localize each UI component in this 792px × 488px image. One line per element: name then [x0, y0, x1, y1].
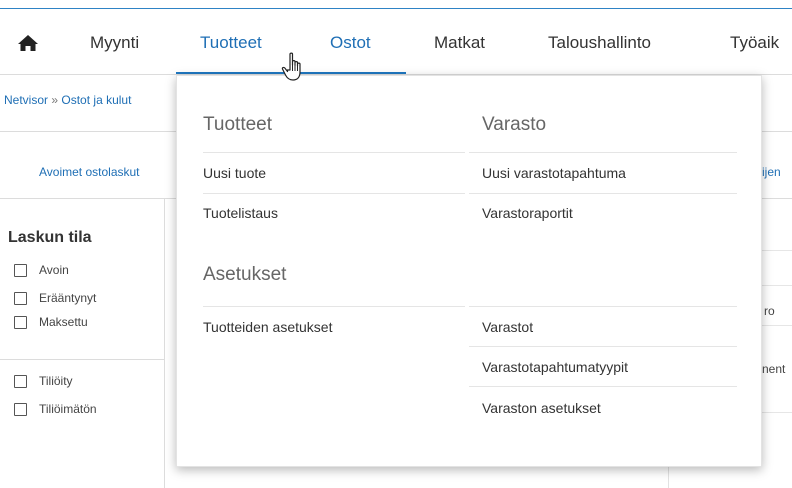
- menu-divider: [203, 193, 465, 194]
- section-heading-tuotteet: Tuotteet: [203, 114, 273, 135]
- checkbox[interactable]: [14, 402, 27, 416]
- subnav-right-link[interactable]: ijen: [762, 165, 781, 179]
- menu-item-stock-reports[interactable]: Varastoraportit: [482, 205, 573, 221]
- breadcrumb-current[interactable]: Ostot ja kulut: [61, 93, 131, 107]
- filter-checkbox-overdue[interactable]: Erääntynyt: [14, 290, 96, 306]
- checkbox-label: Erääntynyt: [39, 291, 97, 305]
- filter-separator: [0, 359, 164, 360]
- menu-item-product-settings[interactable]: Tuotteiden asetukset: [203, 319, 332, 335]
- subnav-open-invoices-link[interactable]: Avoimet ostolaskut: [39, 165, 140, 179]
- menu-item-stock-settings[interactable]: Varaston asetukset: [482, 400, 601, 416]
- tuotteet-dropdown-menu: Tuotteet Varasto Uusi tuote Uusi varasto…: [176, 75, 762, 467]
- menu-item-product-list[interactable]: Tuotelistaus: [203, 205, 278, 221]
- nav-item-taloushallinto[interactable]: Taloushallinto: [548, 9, 651, 74]
- nav-item-myynti[interactable]: Myynti: [90, 9, 139, 74]
- menu-divider: [469, 386, 737, 387]
- checkbox[interactable]: [14, 263, 27, 277]
- checkbox-label: Tiliöimätön: [39, 402, 97, 416]
- section-heading-varasto: Varasto: [482, 114, 547, 135]
- nav-item-matkat[interactable]: Matkat: [434, 9, 485, 74]
- menu-item-new-stock-event[interactable]: Uusi varastotapahtuma: [482, 165, 626, 181]
- menu-item-stock-event-types[interactable]: Varastotapahtumatyypit: [482, 359, 628, 375]
- menu-divider: [469, 193, 737, 194]
- home-icon[interactable]: [17, 34, 39, 52]
- main-navigation: Myynti Tuotteet Ostot Matkat Taloushalli…: [0, 9, 792, 74]
- breadcrumb-root[interactable]: Netvisor: [4, 93, 48, 107]
- menu-divider: [203, 152, 465, 153]
- filter-checkbox-posted[interactable]: Tiliöity: [14, 373, 73, 389]
- menu-divider: [203, 306, 465, 307]
- breadcrumb: Netvisor » Ostot ja kulut: [4, 93, 131, 107]
- checkbox-label: Maksettu: [39, 315, 88, 329]
- checkbox[interactable]: [14, 291, 27, 305]
- nav-item-ostot[interactable]: Ostot: [330, 9, 371, 74]
- menu-divider: [469, 152, 737, 153]
- hand-pointer-icon: [281, 52, 301, 81]
- checkbox[interactable]: [14, 374, 27, 388]
- filter-checkbox-paid[interactable]: Maksettu: [14, 314, 88, 330]
- menu-item-new-product[interactable]: Uusi tuote: [203, 165, 266, 181]
- filter-title: Laskun tila: [8, 229, 92, 246]
- section-heading-asetukset: Asetukset: [203, 264, 287, 285]
- checkbox-label: Tiliöity: [39, 374, 73, 388]
- right-column-text: nent: [762, 362, 786, 376]
- menu-divider: [469, 306, 737, 307]
- menu-item-warehouses[interactable]: Varastot: [482, 319, 533, 335]
- checkbox-label: Avoin: [39, 263, 69, 277]
- nav-item-tyoaika[interactable]: Työaik: [730, 9, 779, 74]
- filter-checkbox-open[interactable]: Avoin: [14, 262, 69, 278]
- filter-checkbox-unposted[interactable]: Tiliöimätön: [14, 401, 97, 417]
- right-column-text: ro: [764, 304, 775, 318]
- nav-item-tuotteet[interactable]: Tuotteet: [200, 9, 262, 74]
- sidebar-divider: [164, 199, 165, 488]
- breadcrumb-separator: »: [51, 93, 59, 107]
- menu-divider: [469, 346, 737, 347]
- checkbox[interactable]: [14, 315, 27, 329]
